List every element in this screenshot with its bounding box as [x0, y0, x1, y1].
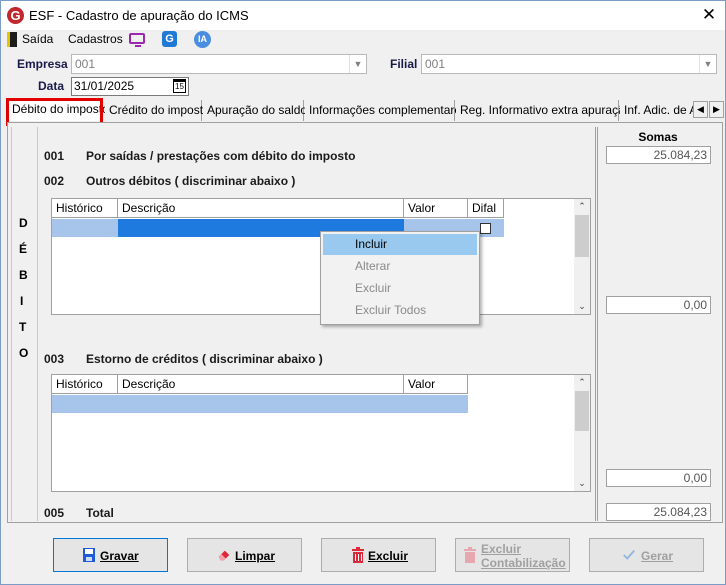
filial-select[interactable]: 001 ▼: [421, 54, 717, 74]
excluir-label: Excluir: [368, 549, 409, 563]
label-003: Estorno de créditos ( discriminar abaixo…: [86, 352, 323, 366]
scroll-down-icon[interactable]: ⌄: [574, 476, 590, 490]
table-row[interactable]: [52, 219, 118, 237]
tab-informacoes[interactable]: Informações complementares: [305, 100, 467, 121]
soma-total: 25.084,23: [606, 503, 711, 521]
trash-icon: [352, 547, 364, 563]
empresa-label: Empresa: [17, 57, 68, 71]
save-icon: [83, 548, 95, 562]
data-label: Data: [38, 79, 65, 93]
col-historico[interactable]: Histórico: [52, 199, 118, 218]
close-icon[interactable]: ✕: [697, 4, 721, 26]
tab-debito[interactable]: Débito do imposto: [7, 98, 109, 121]
app-logo-icon: G: [7, 7, 24, 24]
date-value: 31/01/2025: [74, 79, 135, 93]
chevron-down-icon[interactable]: ▼: [699, 55, 716, 73]
ia-icon[interactable]: IA: [194, 31, 211, 48]
tab-scroll-right-icon[interactable]: ▶: [709, 101, 724, 118]
menu-cadastros[interactable]: Cadastros: [68, 32, 123, 46]
col-valor[interactable]: Valor: [404, 199, 468, 218]
menu-item-excluir[interactable]: Excluir: [323, 278, 477, 299]
menu-bar: Saída Cadastros G IA: [1, 30, 725, 50]
exit-icon[interactable]: [7, 32, 17, 47]
excluir-contab-label-1: Excluir: [481, 542, 522, 556]
side-letter: T: [19, 320, 27, 334]
soma-001: 25.084,23: [606, 146, 711, 164]
title-bar: G ESF - Cadastro de apuração do ICMS ✕: [1, 1, 725, 30]
gerar-button[interactable]: Gerar: [589, 538, 704, 572]
g-app-icon[interactable]: G: [162, 31, 177, 47]
eraser-icon: [218, 550, 230, 561]
empresa-value: 001: [75, 57, 96, 71]
estorno-creditos-grid[interactable]: Histórico Descrição Valor ⌃ ⌄: [51, 374, 591, 492]
tab-credito[interactable]: Crédito do imposto: [105, 100, 210, 121]
window: G ESF - Cadastro de apuração do ICMS ✕ S…: [0, 0, 726, 585]
scroll-thumb[interactable]: [575, 391, 589, 431]
difal-checkbox[interactable]: [480, 223, 491, 234]
scroll-down-icon[interactable]: ⌄: [574, 299, 590, 313]
col-descricao[interactable]: Descrição: [118, 199, 404, 218]
code-002: 002: [44, 174, 65, 188]
soma-003: 0,00: [606, 469, 711, 487]
monitor-icon[interactable]: [129, 33, 145, 47]
check-icon: [623, 550, 635, 560]
col-descricao[interactable]: Descrição: [118, 375, 404, 394]
gerar-label: Gerar: [641, 549, 674, 563]
side-letter: O: [19, 346, 29, 360]
side-letter: B: [19, 268, 28, 282]
date-field[interactable]: 31/01/2025 15: [71, 77, 189, 96]
col-historico[interactable]: Histórico: [52, 375, 118, 394]
menu-item-incluir[interactable]: Incluir: [323, 234, 477, 255]
side-letter: I: [20, 294, 24, 308]
excluir-contab-label-2: Contabilização: [481, 556, 566, 570]
excluir-button[interactable]: Excluir: [321, 538, 436, 572]
tab-reg-informativo[interactable]: Reg. Informativo extra apuração: [456, 100, 631, 121]
menu-item-excluir-todos[interactable]: Excluir Todos: [323, 300, 477, 321]
table-row[interactable]: [52, 395, 468, 413]
limpar-label: Limpar: [235, 549, 276, 563]
menu-saida[interactable]: Saída: [22, 32, 53, 46]
debito-side-strip: D É B I T O: [11, 127, 38, 521]
code-003: 003: [44, 352, 65, 366]
code-005: 005: [44, 506, 65, 520]
label-005: Total: [86, 506, 114, 520]
context-menu: Incluir Alterar Excluir Excluir Todos: [320, 231, 480, 325]
label-001: Por saídas / prestações com débito do im…: [86, 149, 356, 163]
menu-item-alterar[interactable]: Alterar: [323, 256, 477, 277]
calendar-icon[interactable]: 15: [173, 79, 186, 93]
gravar-label: Gravar: [100, 549, 139, 563]
side-letter: D: [19, 216, 28, 230]
grid-scrollbar[interactable]: ⌃ ⌄: [574, 199, 590, 314]
tab-inf-adic[interactable]: Inf. Adic. de A: [620, 100, 698, 121]
col-valor[interactable]: Valor: [404, 375, 468, 394]
excluir-contabilizacao-button[interactable]: Excluir Contabilização: [455, 538, 570, 572]
label-002: Outros débitos ( discriminar abaixo ): [86, 174, 296, 188]
filial-value: 001: [425, 57, 446, 71]
tab-strip: Débito do imposto Crédito do imposto Apu…: [7, 98, 725, 122]
code-001: 001: [44, 149, 65, 163]
trash-icon: [464, 547, 476, 563]
chevron-down-icon[interactable]: ▼: [349, 55, 366, 73]
tab-apuracao[interactable]: Apuração do saldo: [203, 100, 307, 121]
scroll-thumb[interactable]: [575, 215, 589, 257]
scroll-up-icon[interactable]: ⌃: [574, 199, 590, 213]
soma-002: 0,00: [606, 296, 711, 314]
filial-label: Filial: [390, 57, 418, 71]
gravar-button[interactable]: Gravar: [53, 538, 168, 572]
scroll-up-icon[interactable]: ⌃: [574, 375, 590, 389]
side-letter: É: [19, 242, 28, 256]
somas-header: Somas: [638, 130, 678, 144]
col-difal[interactable]: Difal: [468, 199, 504, 218]
limpar-button[interactable]: Limpar: [187, 538, 302, 572]
window-title: ESF - Cadastro de apuração do ICMS: [29, 8, 249, 23]
grid-scrollbar[interactable]: ⌃ ⌄: [574, 375, 590, 491]
somas-column: [597, 127, 719, 521]
tab-scroll-left-icon[interactable]: ◀: [693, 101, 708, 118]
empresa-select[interactable]: 001 ▼: [71, 54, 367, 74]
